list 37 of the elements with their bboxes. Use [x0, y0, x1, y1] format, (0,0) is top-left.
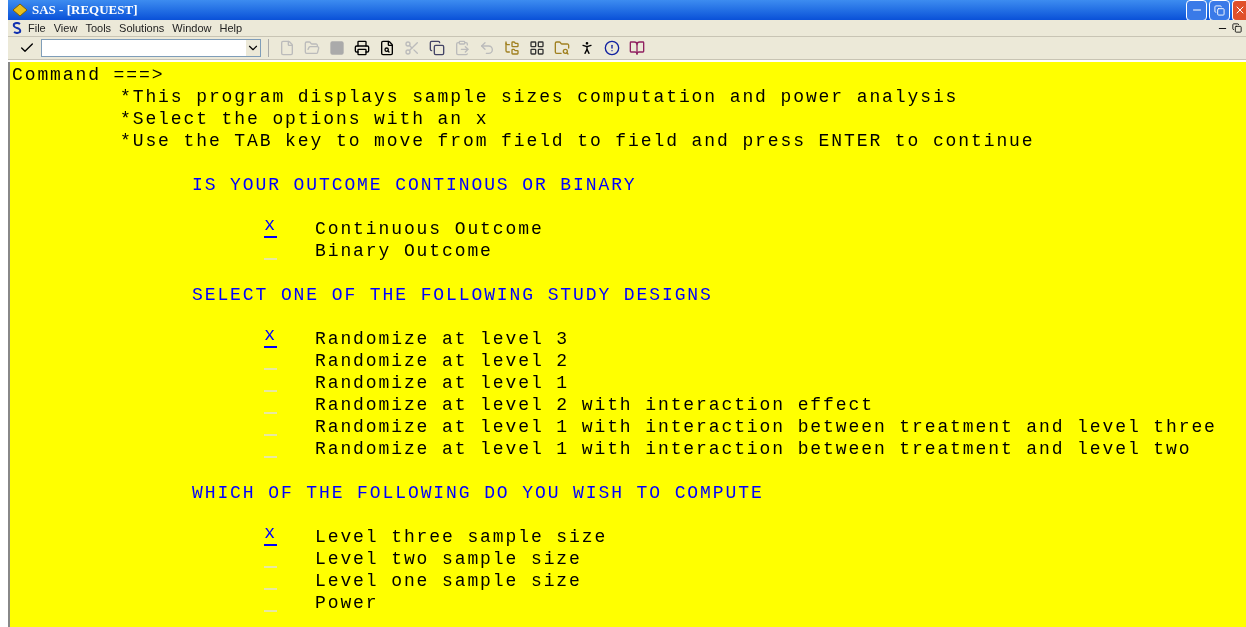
option-label: Randomize at level 1: [315, 372, 570, 394]
restore-icon: [1214, 4, 1225, 16]
option-label: Randomize at level 3: [315, 328, 570, 350]
option-label: Binary Outcome: [315, 240, 493, 262]
instruction-text: *Use the TAB key to move from field to field and press ENTER to continue: [119, 130, 1036, 152]
menu-item[interactable]: Help: [215, 19, 247, 37]
option-label: Continuous Outcome: [315, 218, 544, 240]
child-restore-icon[interactable]: [1232, 22, 1242, 33]
option-label: Power: [315, 592, 379, 614]
menu-item[interactable]: Solutions: [115, 19, 169, 37]
close-button[interactable]: [1232, 0, 1246, 21]
restore-button[interactable]: [1209, 0, 1230, 21]
option-label: Level one sample size: [315, 570, 582, 592]
command-label: Command ===>: [11, 64, 166, 86]
option-field[interactable]: x: [264, 220, 277, 238]
section-heading: IS YOUR OUTCOME CONTINOUS OR BINARY: [191, 174, 638, 196]
instruction-text: *This program displays sample sizes computation and power analysis: [119, 86, 960, 108]
option-label: Randomize at level 2: [315, 350, 570, 372]
caret-icon: [246, 40, 260, 56]
menu-item[interactable]: File: [24, 19, 50, 37]
option-label: Randomize at level 1 with interaction between treatment and level two: [315, 438, 1192, 460]
option-label: Level two sample size: [315, 548, 582, 570]
section-heading: WHICH OF THE FOLLOWING DO YOU WISH TO COMPUTE: [191, 482, 765, 504]
option-field[interactable]: x: [264, 528, 277, 546]
minimize-button[interactable]: [1186, 0, 1207, 21]
section-heading: SELECT ONE OF THE FOLLOWING STUDY DESIGNS: [191, 284, 714, 306]
menu-item[interactable]: Tools: [81, 19, 116, 37]
option-field[interactable]: x: [264, 330, 277, 348]
sas-menu-icon[interactable]: [12, 22, 24, 34]
menu-item[interactable]: View: [49, 19, 82, 37]
window-title: SAS - [REQUEST]: [32, 1, 138, 20]
option-label: Randomize at level 1 with interaction between treatment and level three: [315, 416, 1217, 438]
instruction-text: *Select the options with an x: [119, 108, 490, 130]
sas-logo-icon: [12, 3, 28, 17]
menu-item[interactable]: Window: [168, 19, 216, 37]
option-label: Level three sample size: [315, 526, 608, 548]
option-label: Randomize at level 2 with interaction effect: [315, 394, 874, 416]
